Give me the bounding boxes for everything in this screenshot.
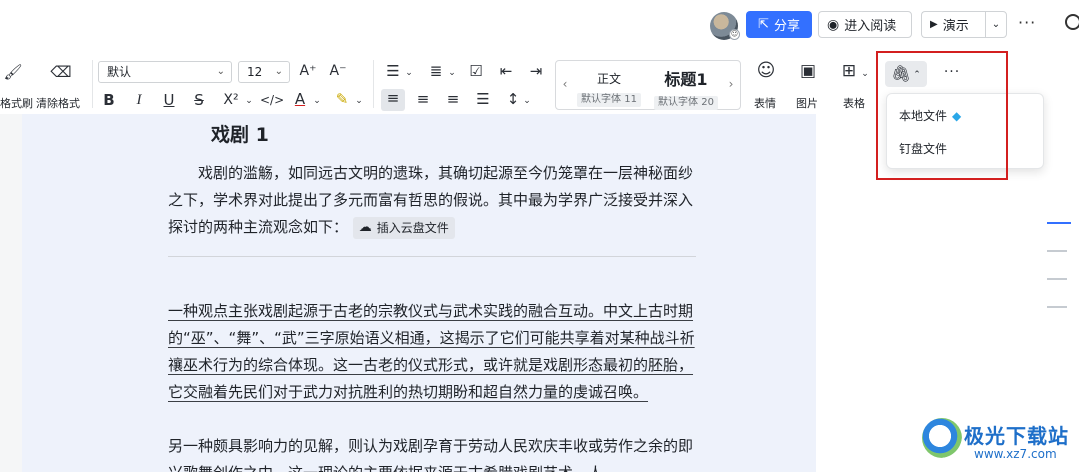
checkbox-icon[interactable]: ☑	[466, 62, 486, 80]
style-heading1[interactable]: 标题1 默认字体 20	[650, 66, 722, 110]
top-bar	[0, 0, 1079, 48]
annotation-highlight-box	[876, 51, 1008, 180]
font-color-button[interactable]: A	[292, 90, 308, 108]
superscript-button[interactable]: X²	[218, 91, 244, 109]
watermark-title: 极光下载站	[964, 424, 1069, 448]
share-label: 分享	[773, 19, 800, 34]
font-family-select[interactable]: 默认 ⌄	[98, 61, 232, 83]
reading-mode-button[interactable]: ◉ 进入阅读	[818, 11, 912, 38]
outline-marker[interactable]	[1047, 278, 1067, 280]
chevron-down-icon[interactable]: ⌄	[404, 64, 414, 82]
present-dropdown-button[interactable]: ⌄	[985, 11, 1007, 38]
code-button[interactable]: </>	[260, 91, 284, 109]
watermark-logo-icon	[922, 418, 962, 458]
italic-button[interactable]: I	[130, 91, 148, 109]
line-spacing-icon[interactable]: ↕	[503, 90, 523, 108]
chevron-down-icon[interactable]: ⌄	[522, 92, 532, 110]
font-family-value: 默认	[107, 65, 132, 79]
chevron-down-icon: ⌄	[216, 66, 225, 77]
chevron-right-icon[interactable]: ›	[726, 75, 736, 93]
outline-marker[interactable]	[1047, 306, 1067, 308]
decrease-font-icon[interactable]: A⁻	[328, 62, 348, 80]
indent-icon[interactable]: ⇥	[526, 62, 546, 80]
emoji-label[interactable]: 表情	[754, 95, 776, 111]
highlight-icon[interactable]: ✎	[334, 90, 350, 108]
eye-icon: ◉	[827, 16, 840, 33]
share-icon: ⇱	[758, 17, 769, 32]
document-heading[interactable]: 戏剧 1	[211, 120, 269, 147]
style-body-sub: 默认字体 11	[577, 93, 641, 107]
style-body[interactable]: 正文 默认字体 11	[574, 66, 644, 107]
style-heading1-sub: 默认字体 20	[654, 96, 718, 110]
divider	[373, 60, 374, 108]
format-painter-label[interactable]: 格式刷	[0, 95, 33, 111]
underline-button[interactable]: U	[160, 91, 178, 109]
reading-label: 进入阅读	[844, 19, 897, 34]
image-icon[interactable]: ▣	[797, 62, 819, 80]
emoji-icon[interactable]: ☺	[755, 62, 777, 80]
chevron-down-icon[interactable]: ⌄	[447, 64, 457, 82]
avatar-badge-icon: ☺	[729, 29, 740, 40]
watermark-url: www.xz7.com	[974, 447, 1057, 461]
font-size-value: 12	[247, 65, 263, 79]
divider	[92, 60, 93, 108]
present-label: 演示	[942, 19, 969, 34]
align-center-icon[interactable]: ≡	[413, 90, 433, 108]
image-label[interactable]: 图片	[796, 95, 818, 111]
table-label[interactable]: 表格	[843, 95, 865, 111]
style-body-name: 正文	[596, 72, 621, 86]
divider-line	[168, 256, 696, 257]
chevron-down-icon[interactable]: ⌄	[860, 65, 870, 83]
bullet-list-icon[interactable]: ☰	[383, 62, 403, 80]
chevron-down-icon[interactable]: ⌄	[244, 92, 254, 110]
bold-button[interactable]: B	[100, 91, 118, 109]
chevron-left-icon[interactable]: ‹	[560, 75, 570, 93]
search-icon[interactable]	[1065, 14, 1079, 30]
table-icon[interactable]: ⊞	[838, 62, 860, 80]
present-button[interactable]: ▶ 演示	[921, 11, 986, 38]
paragraph-1[interactable]: 戏剧的滥觞，如同远古文明的遗珠，其确切起源至今仍笼罩在一层神秘面纱之下，学术界对…	[168, 160, 696, 241]
paragraph-style-picker: ‹ 正文 默认字体 11 标题1 默认字体 20 ›	[555, 60, 741, 110]
play-icon: ▶	[930, 19, 938, 30]
insert-cloud-file-chip[interactable]: ☁ 插入云盘文件	[352, 217, 455, 239]
outline-marker[interactable]	[1047, 250, 1067, 252]
paragraph-2[interactable]: 一种观点主张戏剧起源于古老的宗教仪式与武术实践的融合互动。中文上古时期的“巫”、…	[168, 298, 696, 406]
align-right-icon[interactable]: ≡	[443, 90, 463, 108]
format-painter-icon[interactable]: 🖌	[2, 63, 24, 81]
chevron-down-icon: ⌄	[991, 19, 1001, 30]
numbered-list-icon[interactable]: ≣	[426, 62, 446, 80]
left-margin	[0, 114, 22, 472]
more-icon[interactable]: ···	[1018, 13, 1036, 32]
justify-icon[interactable]: ☰	[473, 90, 493, 108]
font-size-select[interactable]: 12 ⌄	[238, 61, 290, 83]
increase-font-icon[interactable]: A⁺	[298, 62, 318, 80]
chevron-down-icon[interactable]: ⌄	[312, 92, 322, 110]
outdent-icon[interactable]: ⇤	[496, 62, 516, 80]
cloud-chip-label: 插入云盘文件	[376, 221, 449, 235]
paragraph-3[interactable]: 另一种颇具影响力的见解，则认为戏剧孕育于劳动人民欢庆丰收或劳作之余的即兴歌舞创作…	[168, 433, 696, 472]
chevron-down-icon: ⌄	[274, 66, 283, 77]
outline-marker-active[interactable]	[1047, 222, 1071, 224]
eraser-icon[interactable]: ⌫	[50, 63, 72, 81]
clear-format-label[interactable]: 清除格式	[36, 95, 80, 111]
chevron-down-icon[interactable]: ⌄	[354, 92, 364, 110]
strikethrough-button[interactable]: S	[190, 91, 208, 109]
style-heading1-name: 标题1	[664, 70, 708, 89]
share-button[interactable]: ⇱ 分享	[746, 11, 812, 38]
cloud-icon: ☁	[358, 220, 372, 235]
align-left-icon[interactable]: ≡	[381, 89, 405, 111]
